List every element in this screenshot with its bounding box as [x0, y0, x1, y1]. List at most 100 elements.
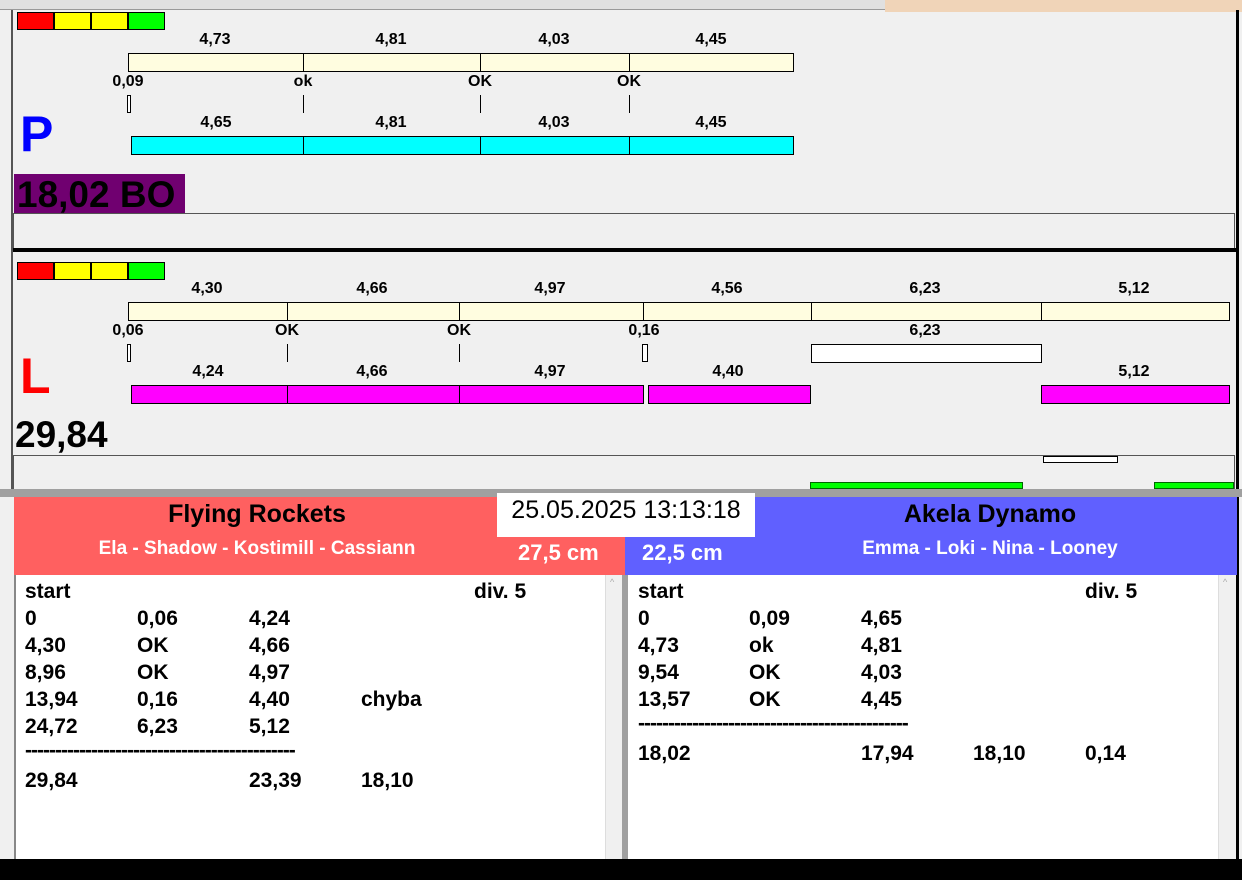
- bottom-bar: [0, 859, 1242, 880]
- exchange-tick: [287, 344, 288, 362]
- split-time: 4,66: [356, 363, 388, 380]
- exchange-mark: OK: [447, 322, 471, 339]
- total-time: 29,84: [15, 414, 108, 455]
- log-cell: 13,94: [25, 688, 78, 711]
- panel-footer-box: [13, 213, 1235, 249]
- status-swatch-yellow: [91, 262, 128, 280]
- status-swatch-yellow: [91, 12, 128, 30]
- status-swatch-red: [17, 12, 54, 30]
- exchange-mark: 0,16: [628, 322, 660, 339]
- log-cell: 0: [25, 607, 37, 630]
- left-log: start div. 5 0 0,06 4,24 4,30 OK 4,66 8,…: [14, 575, 622, 859]
- exchange-mark: ok: [293, 73, 313, 90]
- log-cell: 4,65: [861, 607, 902, 630]
- split-time: 4,45: [695, 114, 727, 131]
- exchange-mark: OK: [275, 322, 299, 339]
- run-bar: [131, 385, 644, 404]
- exchange-mark: 0,06: [112, 322, 144, 339]
- window-right-border: [1236, 10, 1239, 860]
- exchange-mark: 6,23: [909, 322, 941, 339]
- log-start: start: [25, 580, 71, 603]
- split-time: 4,03: [538, 114, 570, 131]
- split-time: 6,23: [909, 280, 941, 297]
- exchange-tick: [642, 344, 648, 362]
- run-bar: [131, 136, 794, 155]
- split-time: 4,81: [375, 114, 407, 131]
- log-cell: 6,23: [137, 715, 178, 738]
- log-cell: 18,02: [638, 742, 691, 765]
- exchange-tick: [629, 95, 630, 113]
- log-cell: 4,45: [861, 688, 902, 711]
- timeline-bar: [128, 302, 1230, 321]
- top-tab-strip: [0, 0, 885, 10]
- log-cell: 4,40: [249, 688, 290, 711]
- status-swatch-yellow: [54, 12, 91, 30]
- log-cell: 4,73: [638, 634, 679, 657]
- log-cell: 29,84: [25, 769, 78, 792]
- log-cell: 17,94: [861, 742, 914, 765]
- log-cell: 4,97: [249, 661, 290, 684]
- exchange-tick: [127, 95, 131, 113]
- log-cell: OK: [137, 634, 169, 657]
- exchange-tick: [127, 344, 131, 362]
- left-team-name: Flying Rockets: [168, 500, 346, 528]
- log-cell: 4,24: [249, 607, 290, 630]
- right-team-members: Emma - Loki - Nina - Looney: [862, 538, 1118, 559]
- split-time: 5,12: [1118, 363, 1150, 380]
- right-log: start div. 5 0 0,09 4,65 4,73 ok 4,81 9,…: [628, 575, 1236, 859]
- top-right-strip: [885, 0, 1242, 12]
- split-time: 5,12: [1118, 280, 1150, 297]
- penalty-box: [811, 344, 1042, 363]
- exchange-tick: [303, 95, 304, 113]
- split-time: 4,97: [534, 280, 566, 297]
- status-swatch-green: [128, 12, 165, 30]
- penalty-indicator: [1043, 456, 1118, 463]
- log-division: div. 5: [474, 580, 527, 603]
- exchange-mark: 0,09: [112, 73, 144, 90]
- split-time: 4,81: [375, 31, 407, 48]
- log-cell: 13,57: [638, 688, 691, 711]
- log-cell: 0,14: [1085, 742, 1126, 765]
- exchange-mark: OK: [468, 73, 492, 90]
- log-cell: 4,81: [861, 634, 902, 657]
- split-time: 4,03: [538, 31, 570, 48]
- log-cell: 24,72: [25, 715, 78, 738]
- right-team-name: Akela Dynamo: [903, 500, 1077, 528]
- log-cell: OK: [749, 688, 781, 711]
- split-time: 4,40: [712, 363, 744, 380]
- lane-letter: P: [20, 106, 54, 162]
- timeline-bar: [128, 53, 794, 72]
- split-time: 4,65: [200, 114, 232, 131]
- datetime: 25.05.2025 13:13:18: [497, 493, 755, 537]
- split-time: 4,97: [534, 363, 566, 380]
- log-cell: OK: [137, 661, 169, 684]
- status-swatch-yellow: [54, 262, 91, 280]
- log-cell: 4,30: [25, 634, 66, 657]
- status-swatch-green: [128, 262, 165, 280]
- left-edge: [0, 497, 14, 859]
- right-team-height: 22,5 cm: [642, 540, 723, 565]
- log-cell: 18,10: [973, 742, 1026, 765]
- log-cell: 5,12: [249, 715, 290, 738]
- exchange-tick: [459, 344, 460, 362]
- log-separator: ----------------------------------------…: [25, 739, 296, 762]
- panel-divider: [13, 248, 1236, 252]
- log-cell: 0: [638, 607, 650, 630]
- total-time: 18,02 BO: [14, 174, 185, 215]
- left-log-scrollbar[interactable]: ^: [605, 575, 622, 859]
- split-time: 4,66: [356, 280, 388, 297]
- log-cell: 0,16: [137, 688, 178, 711]
- log-cell: ok: [749, 634, 774, 657]
- split-time: 4,73: [199, 31, 231, 48]
- left-team-members: Ela - Shadow - Kostimill - Cassiann: [98, 538, 416, 559]
- exchange-tick: [480, 95, 481, 113]
- log-cell: 23,39: [249, 769, 302, 792]
- left-team-height: 27,5 cm: [518, 540, 599, 565]
- progress-indicator: [810, 482, 1023, 489]
- right-log-scrollbar[interactable]: ^: [1218, 575, 1236, 859]
- log-separator: ----------------------------------------…: [638, 712, 909, 735]
- split-time: 4,56: [711, 280, 743, 297]
- run-bar: [648, 385, 811, 404]
- exchange-mark: OK: [617, 73, 641, 90]
- log-cell: 4,03: [861, 661, 902, 684]
